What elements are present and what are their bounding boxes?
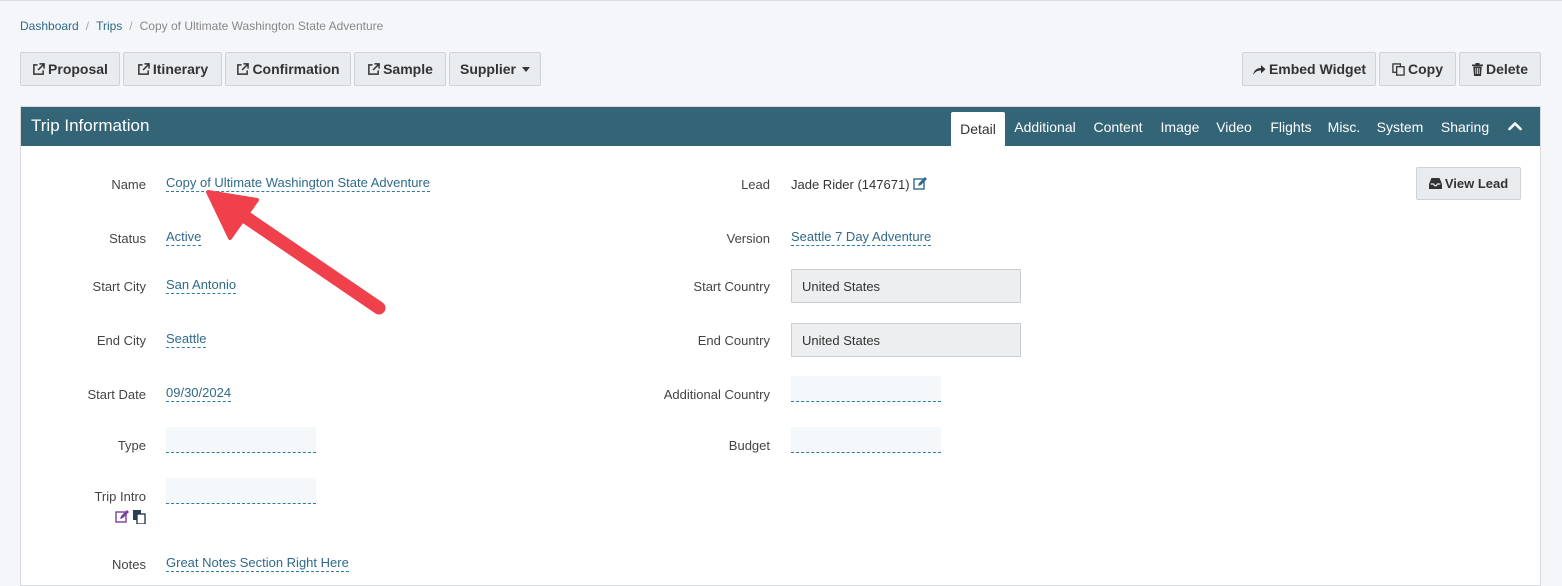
external-link-icon [237,62,250,75]
edit-icon[interactable] [913,177,928,190]
itinerary-label: Itinerary [152,61,209,77]
tab-detail[interactable]: Detail [951,112,1005,146]
additional-country-field[interactable] [791,376,941,402]
notes-value[interactable]: Great Notes Section Right Here [166,554,349,572]
itinerary-button[interactable]: Itinerary [123,52,222,86]
trip-intro-label: Trip Intro [94,489,146,504]
budget-label: Budget [728,438,770,453]
name-value[interactable]: Copy of Ultimate Washington State Advent… [166,174,430,192]
sample-label: Sample [383,61,433,77]
inbox-icon [1428,178,1442,189]
card-title: Trip Information [31,116,150,135]
tab-video[interactable]: Video [1212,107,1256,146]
additional-country-label: Additional Country [663,387,770,402]
breadcrumb-trips[interactable]: Trips [96,19,122,33]
start-city-label: Start City [92,279,146,294]
share-icon [1252,64,1266,75]
type-field[interactable] [166,427,316,453]
lead-value: Jade Rider (147671) [791,177,910,192]
start-country-label: Start Country [693,279,770,294]
tab-misc[interactable]: Misc. [1326,107,1362,146]
tab-sharing[interactable]: Sharing [1438,107,1492,146]
trip-intro-field[interactable] [166,478,316,504]
edit-icon[interactable] [115,510,129,523]
proposal-label: Proposal [48,61,108,77]
embed-widget-button[interactable]: Embed Widget [1242,52,1376,86]
status-label: Status [109,231,146,246]
budget-field[interactable] [791,427,941,453]
caret-down-icon [522,66,530,72]
status-value[interactable]: Active [166,228,202,246]
tab-content[interactable]: Content [1089,107,1147,146]
version-value[interactable]: Seattle 7 Day Adventure [791,228,932,246]
copy-button[interactable]: Copy [1379,52,1456,86]
end-country-label: End Country [697,333,770,348]
supplier-label: Supplier [459,61,516,77]
version-label: Version [726,231,770,246]
embed-widget-label: Embed Widget [1268,61,1367,77]
supplier-dropdown-button[interactable]: Supplier [449,52,541,86]
external-link-icon [368,62,380,75]
external-link-icon [137,62,150,75]
tab-additional[interactable]: Additional [1009,107,1081,146]
end-country-field[interactable]: United States [791,323,1021,357]
delete-label: Delete [1485,61,1529,77]
trash-icon [1471,62,1483,76]
lead-label: Lead [741,177,770,192]
top-border [0,0,1562,1]
breadcrumb-separator: / [85,19,90,33]
copy-icon [1392,62,1405,76]
breadcrumb-current: Copy of Ultimate Washington State Advent… [139,19,384,33]
breadcrumb-separator: / [129,19,133,33]
proposal-button[interactable]: Proposal [20,52,120,86]
breadcrumb: Dashboard / Trips / Copy of Ultimate Washing… [20,19,383,33]
tab-flights[interactable]: Flights [1264,107,1318,146]
start-country-field[interactable]: United States [791,269,1021,303]
view-lead-label: View Lead [1444,176,1509,191]
external-link-icon [33,62,45,75]
copy-label: Copy [1408,61,1443,77]
view-lead-button[interactable]: View Lead [1416,167,1521,200]
end-city-value[interactable]: Seattle [166,330,207,348]
chevron-up-icon[interactable] [1508,119,1522,133]
delete-button[interactable]: Delete [1459,52,1541,86]
trip-information-card: Trip Information Detail Additional Conte… [20,106,1541,586]
name-label: Name [111,177,146,192]
tab-system[interactable]: System [1369,107,1431,146]
start-date-value[interactable]: 09/30/2024 [166,384,232,402]
card-header: Trip Information Detail Additional Conte… [21,107,1540,146]
confirmation-button[interactable]: Confirmation [225,52,351,86]
breadcrumb-dashboard[interactable]: Dashboard [20,19,79,33]
paste-icon[interactable] [132,510,146,524]
sample-button[interactable]: Sample [354,52,446,86]
tab-image[interactable]: Image [1155,107,1205,146]
notes-label: Notes [112,557,146,572]
confirmation-label: Confirmation [252,61,340,77]
start-city-value[interactable]: San Antonio [166,276,237,294]
end-city-label: End City [96,333,146,348]
type-label: Type [117,438,146,453]
start-date-label: Start Date [87,387,146,402]
